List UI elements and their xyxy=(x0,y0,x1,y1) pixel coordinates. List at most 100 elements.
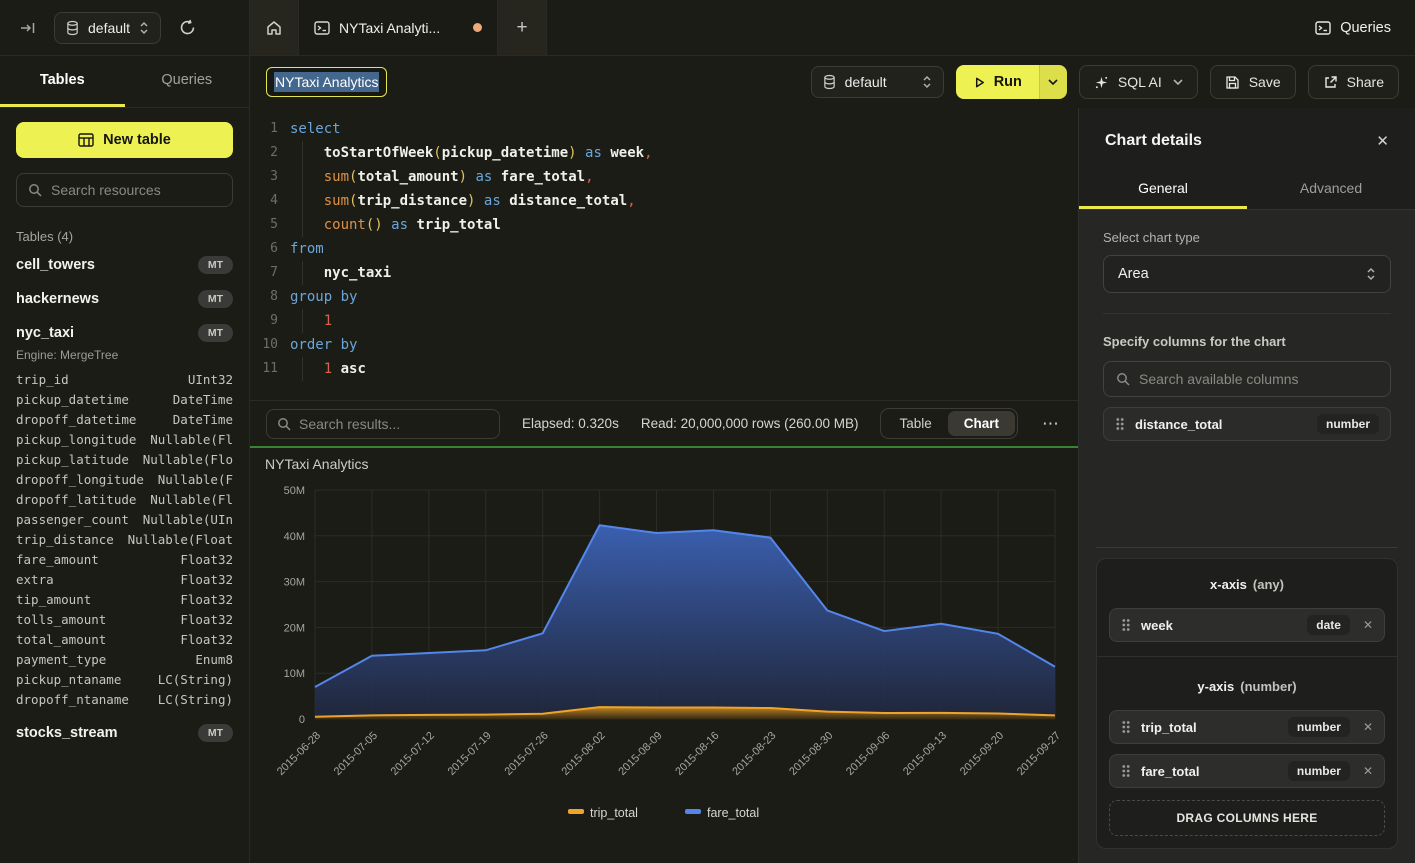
table-row[interactable]: cell_towers MT xyxy=(16,248,233,282)
code-line: 4 sum(trip_distance) as distance_total, xyxy=(250,189,1078,213)
column-row: payment_type Enum8 xyxy=(16,650,233,670)
tab-general[interactable]: General xyxy=(1079,168,1247,209)
column-type: Float32 xyxy=(180,550,233,570)
more-options-icon[interactable]: ⋯ xyxy=(1040,414,1062,434)
new-table-button[interactable]: New table xyxy=(16,122,233,158)
column-type: Nullable(Fl xyxy=(150,430,233,450)
svg-text:40M: 40M xyxy=(284,531,305,543)
sql-editor[interactable]: 1select2 toStartOfWeek(pickup_datetime) … xyxy=(250,108,1078,400)
run-options-caret[interactable] xyxy=(1039,65,1067,99)
columns-search[interactable] xyxy=(1103,361,1391,397)
unsaved-indicator-dot xyxy=(473,23,482,32)
new-tab-plus-icon[interactable]: + xyxy=(498,0,546,55)
sql-console-app: default NYTaxi Analyti... + Queries xyxy=(0,0,1415,863)
topbar-spacer xyxy=(547,0,1291,55)
column-row: dropoff_datetime DateTime xyxy=(16,410,233,430)
column-chip[interactable]: trip_total number ✕ xyxy=(1109,710,1385,744)
tab-advanced[interactable]: Advanced xyxy=(1247,168,1415,209)
svg-text:20M: 20M xyxy=(284,622,305,634)
close-icon[interactable]: ✕ xyxy=(1376,132,1389,150)
sql-ai-caret[interactable] xyxy=(1173,79,1183,85)
svg-text:30M: 30M xyxy=(284,577,305,589)
table-row[interactable]: nyc_taxi MT xyxy=(16,316,233,350)
column-chip[interactable]: distance_total number xyxy=(1103,407,1391,441)
save-button[interactable]: Save xyxy=(1210,65,1296,99)
chip-type-badge: number xyxy=(1288,761,1350,781)
run-database-selector[interactable]: default xyxy=(811,66,944,98)
panel-title: Chart details xyxy=(1105,132,1202,150)
sidebar-search-input[interactable] xyxy=(51,182,221,198)
chart-type-select[interactable]: Area xyxy=(1103,255,1391,293)
chip-close-icon[interactable]: ✕ xyxy=(1360,720,1373,734)
results-search-input[interactable] xyxy=(299,416,489,432)
divider xyxy=(1103,313,1391,314)
toggle-chart[interactable]: Chart xyxy=(948,411,1015,436)
topbar-left: default xyxy=(0,0,250,55)
x-axis-label: x-axis xyxy=(1210,577,1247,592)
chart-details-header: Chart details ✕ xyxy=(1079,108,1415,168)
results-chart[interactable]: 010M20M30M40M50M2015-06-282015-07-052015… xyxy=(250,448,1078,863)
refresh-icon[interactable] xyxy=(173,14,201,42)
chip-type-badge: number xyxy=(1317,414,1379,434)
columns-label: Specify columns for the chart xyxy=(1103,334,1391,349)
query-toolbar: NYTaxi Analytics default Run SQL AI xyxy=(250,56,1415,108)
column-type: DateTime xyxy=(173,410,233,430)
column-chip[interactable]: fare_total number ✕ xyxy=(1109,754,1385,788)
collapse-sidebar-icon[interactable] xyxy=(14,14,42,42)
code-text: 1 xyxy=(290,309,332,333)
column-name: passenger_count xyxy=(16,510,129,530)
code-text: order by xyxy=(290,333,357,357)
line-number: 5 xyxy=(250,213,290,237)
chevron-updown-icon xyxy=(1366,267,1376,281)
column-name: trip_id xyxy=(16,370,69,390)
engine-badge: MT xyxy=(198,256,233,274)
table-row[interactable]: hackernews MT xyxy=(16,282,233,316)
query-title-input[interactable]: NYTaxi Analytics xyxy=(266,67,387,97)
share-button[interactable]: Share xyxy=(1308,65,1399,99)
chart-details-body: Select chart type Area Specify columns f… xyxy=(1079,210,1415,441)
new-table-label: New table xyxy=(103,132,171,148)
table-engine-label: Engine: MergeTree xyxy=(16,348,233,362)
run-button-main[interactable]: Run xyxy=(956,65,1039,99)
columns-search-input[interactable] xyxy=(1139,371,1378,387)
column-name: extra xyxy=(16,570,54,590)
home-icon[interactable] xyxy=(250,0,298,55)
code-line: 8group by xyxy=(250,285,1078,309)
engine-badge: MT xyxy=(198,724,233,742)
query-tab[interactable]: NYTaxi Analyti... xyxy=(298,0,498,55)
column-chip[interactable]: week date ✕ xyxy=(1109,608,1385,642)
queries-button[interactable]: Queries xyxy=(1291,0,1415,55)
column-row: dropoff_latitude Nullable(Fl xyxy=(16,490,233,510)
sidebar-search[interactable] xyxy=(16,173,233,207)
column-row: dropoff_longitude Nullable(F xyxy=(16,470,233,490)
column-type: DateTime xyxy=(173,390,233,410)
share-button-label: Share xyxy=(1347,74,1384,90)
results-search[interactable] xyxy=(266,409,500,439)
toggle-table[interactable]: Table xyxy=(883,411,947,436)
drag-handle-icon[interactable] xyxy=(1121,720,1131,734)
drag-handle-icon[interactable] xyxy=(1115,417,1125,431)
tab-queries[interactable]: Queries xyxy=(125,56,250,107)
chip-close-icon[interactable]: ✕ xyxy=(1360,618,1373,632)
drag-columns-drop-zone[interactable]: DRAG COLUMNS HERE xyxy=(1109,800,1385,836)
sql-ai-label: SQL AI xyxy=(1118,74,1162,90)
engine-badge: MT xyxy=(198,290,233,308)
toolbar-actions: default Run SQL AI xyxy=(811,65,1399,99)
terminal-icon xyxy=(314,21,330,35)
table-row[interactable]: stocks_stream MT xyxy=(16,716,233,750)
column-row: tolls_amount Float32 xyxy=(16,610,233,630)
svg-text:0: 0 xyxy=(299,714,305,726)
top-bar: default NYTaxi Analyti... + Queries xyxy=(0,0,1415,56)
share-icon xyxy=(1323,75,1338,90)
sql-ai-button[interactable]: SQL AI xyxy=(1079,65,1198,99)
column-row: passenger_count Nullable(UIn xyxy=(16,510,233,530)
database-selector[interactable]: default xyxy=(54,12,161,44)
run-button[interactable]: Run xyxy=(956,65,1067,99)
line-number: 11 xyxy=(250,357,290,381)
column-type: Nullable(Flo xyxy=(143,450,233,470)
drag-handle-icon[interactable] xyxy=(1121,618,1131,632)
tab-tables[interactable]: Tables xyxy=(0,56,125,107)
drag-handle-icon[interactable] xyxy=(1121,764,1131,778)
chip-name: trip_total xyxy=(1141,720,1197,735)
chip-close-icon[interactable]: ✕ xyxy=(1360,764,1373,778)
